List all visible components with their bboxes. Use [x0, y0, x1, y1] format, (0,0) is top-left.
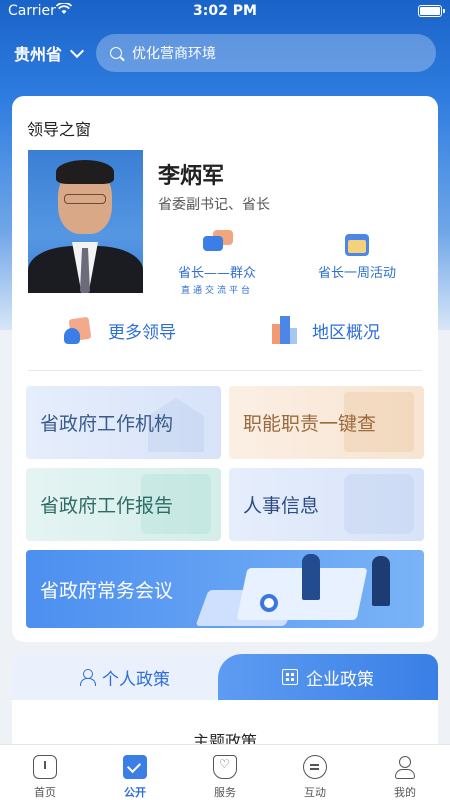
tile-duty-lookup[interactable]: 职能职责一键查	[229, 386, 424, 459]
nav-home-label: 首页	[34, 786, 56, 799]
person-icon	[80, 669, 96, 686]
search-icon	[110, 47, 122, 59]
region-overview-label: 地区概况	[312, 322, 380, 343]
tile-gov-agencies[interactable]: 省政府工作机构	[26, 386, 221, 459]
calendar-icon	[341, 230, 373, 258]
search-placeholder: 优化营商环境	[132, 46, 216, 62]
personnel-list-icon	[344, 474, 414, 534]
tile-personnel-info[interactable]: 人事信息	[229, 468, 424, 541]
more-leaders-link[interactable]: 更多领导	[64, 316, 176, 344]
leader-role: 省委副书记、省长	[158, 197, 270, 213]
region-overview-link[interactable]: 地区概况	[270, 314, 380, 346]
tile-work-report-label: 省政府工作报告	[40, 495, 174, 517]
governor-citizen-label: 省长——群众	[178, 266, 257, 281]
tab-personal-policy[interactable]: 个人政策	[12, 654, 238, 700]
nav-service-label: 服务	[214, 786, 236, 799]
region-label: 贵州省	[14, 45, 63, 64]
battery-icon	[418, 5, 445, 17]
chat-bubbles-icon	[201, 230, 233, 258]
tile-work-report[interactable]: 省政府工作报告	[26, 468, 221, 541]
tab-enterprise-label: 企业政策	[306, 669, 374, 690]
clock: 3:02 PM	[193, 3, 257, 19]
leader-name: 李炳军	[158, 164, 225, 189]
tile-executive-meeting[interactable]: 省政府常务会议	[26, 550, 424, 628]
chevron-down-icon	[69, 43, 85, 59]
tab-enterprise-policy[interactable]: 企业政策	[218, 654, 438, 700]
tile-duty-lookup-label: 职能职责一键查	[243, 413, 377, 435]
public-icon	[123, 755, 147, 779]
interact-icon	[303, 755, 327, 779]
region-overview-icon	[270, 314, 298, 346]
tab-personal-label: 个人政策	[102, 669, 170, 690]
tile-personnel-info-label: 人事信息	[243, 495, 320, 517]
governor-citizen-platform-button[interactable]: 省长——群众 直通交流平台	[178, 230, 256, 296]
bottom-nav: 首页 公开 服务 互动 我的	[0, 744, 450, 800]
mine-icon	[393, 755, 417, 779]
nav-public[interactable]: 公开	[90, 745, 180, 800]
nav-public-label: 公开	[124, 786, 146, 799]
leader-portrait[interactable]	[28, 150, 143, 293]
nav-interact[interactable]: 互动	[270, 745, 360, 800]
search-input[interactable]: 优化营商环境	[96, 34, 436, 72]
governor-weekly-activity-button[interactable]: 省长一周活动	[318, 230, 396, 281]
region-selector[interactable]: 贵州省	[14, 41, 85, 65]
meeting-illustration	[195, 550, 412, 628]
tile-executive-meeting-label: 省政府常务会议	[40, 579, 174, 602]
status-bar: Carrier 3:02 PM	[0, 0, 450, 24]
governor-weekly-label: 省长一周活动	[318, 266, 397, 281]
leader-card: 领导之窗 李炳军 省委副书记、省长 省长——群众 直通交流平台 省长一周活动 更…	[12, 96, 438, 642]
nav-interact-label: 互动	[304, 786, 326, 799]
divider	[28, 370, 422, 371]
service-icon	[213, 755, 237, 779]
more-leaders-label: 更多领导	[108, 322, 176, 343]
top-bar: 贵州省 优化营商环境	[0, 32, 450, 72]
nav-home[interactable]: 首页	[0, 745, 90, 800]
nav-mine-label: 我的	[394, 786, 416, 799]
home-icon	[33, 755, 57, 779]
building-icon	[282, 669, 298, 685]
tile-gov-agencies-label: 省政府工作机构	[40, 413, 174, 435]
leader-section-title: 领导之窗	[27, 120, 92, 139]
governor-citizen-sublabel: 直通交流平台	[181, 286, 254, 296]
more-leaders-icon	[64, 316, 94, 344]
policy-tabs: 个人政策 企业政策	[12, 654, 438, 700]
nav-mine[interactable]: 我的	[360, 745, 450, 800]
nav-service[interactable]: 服务	[180, 745, 270, 800]
